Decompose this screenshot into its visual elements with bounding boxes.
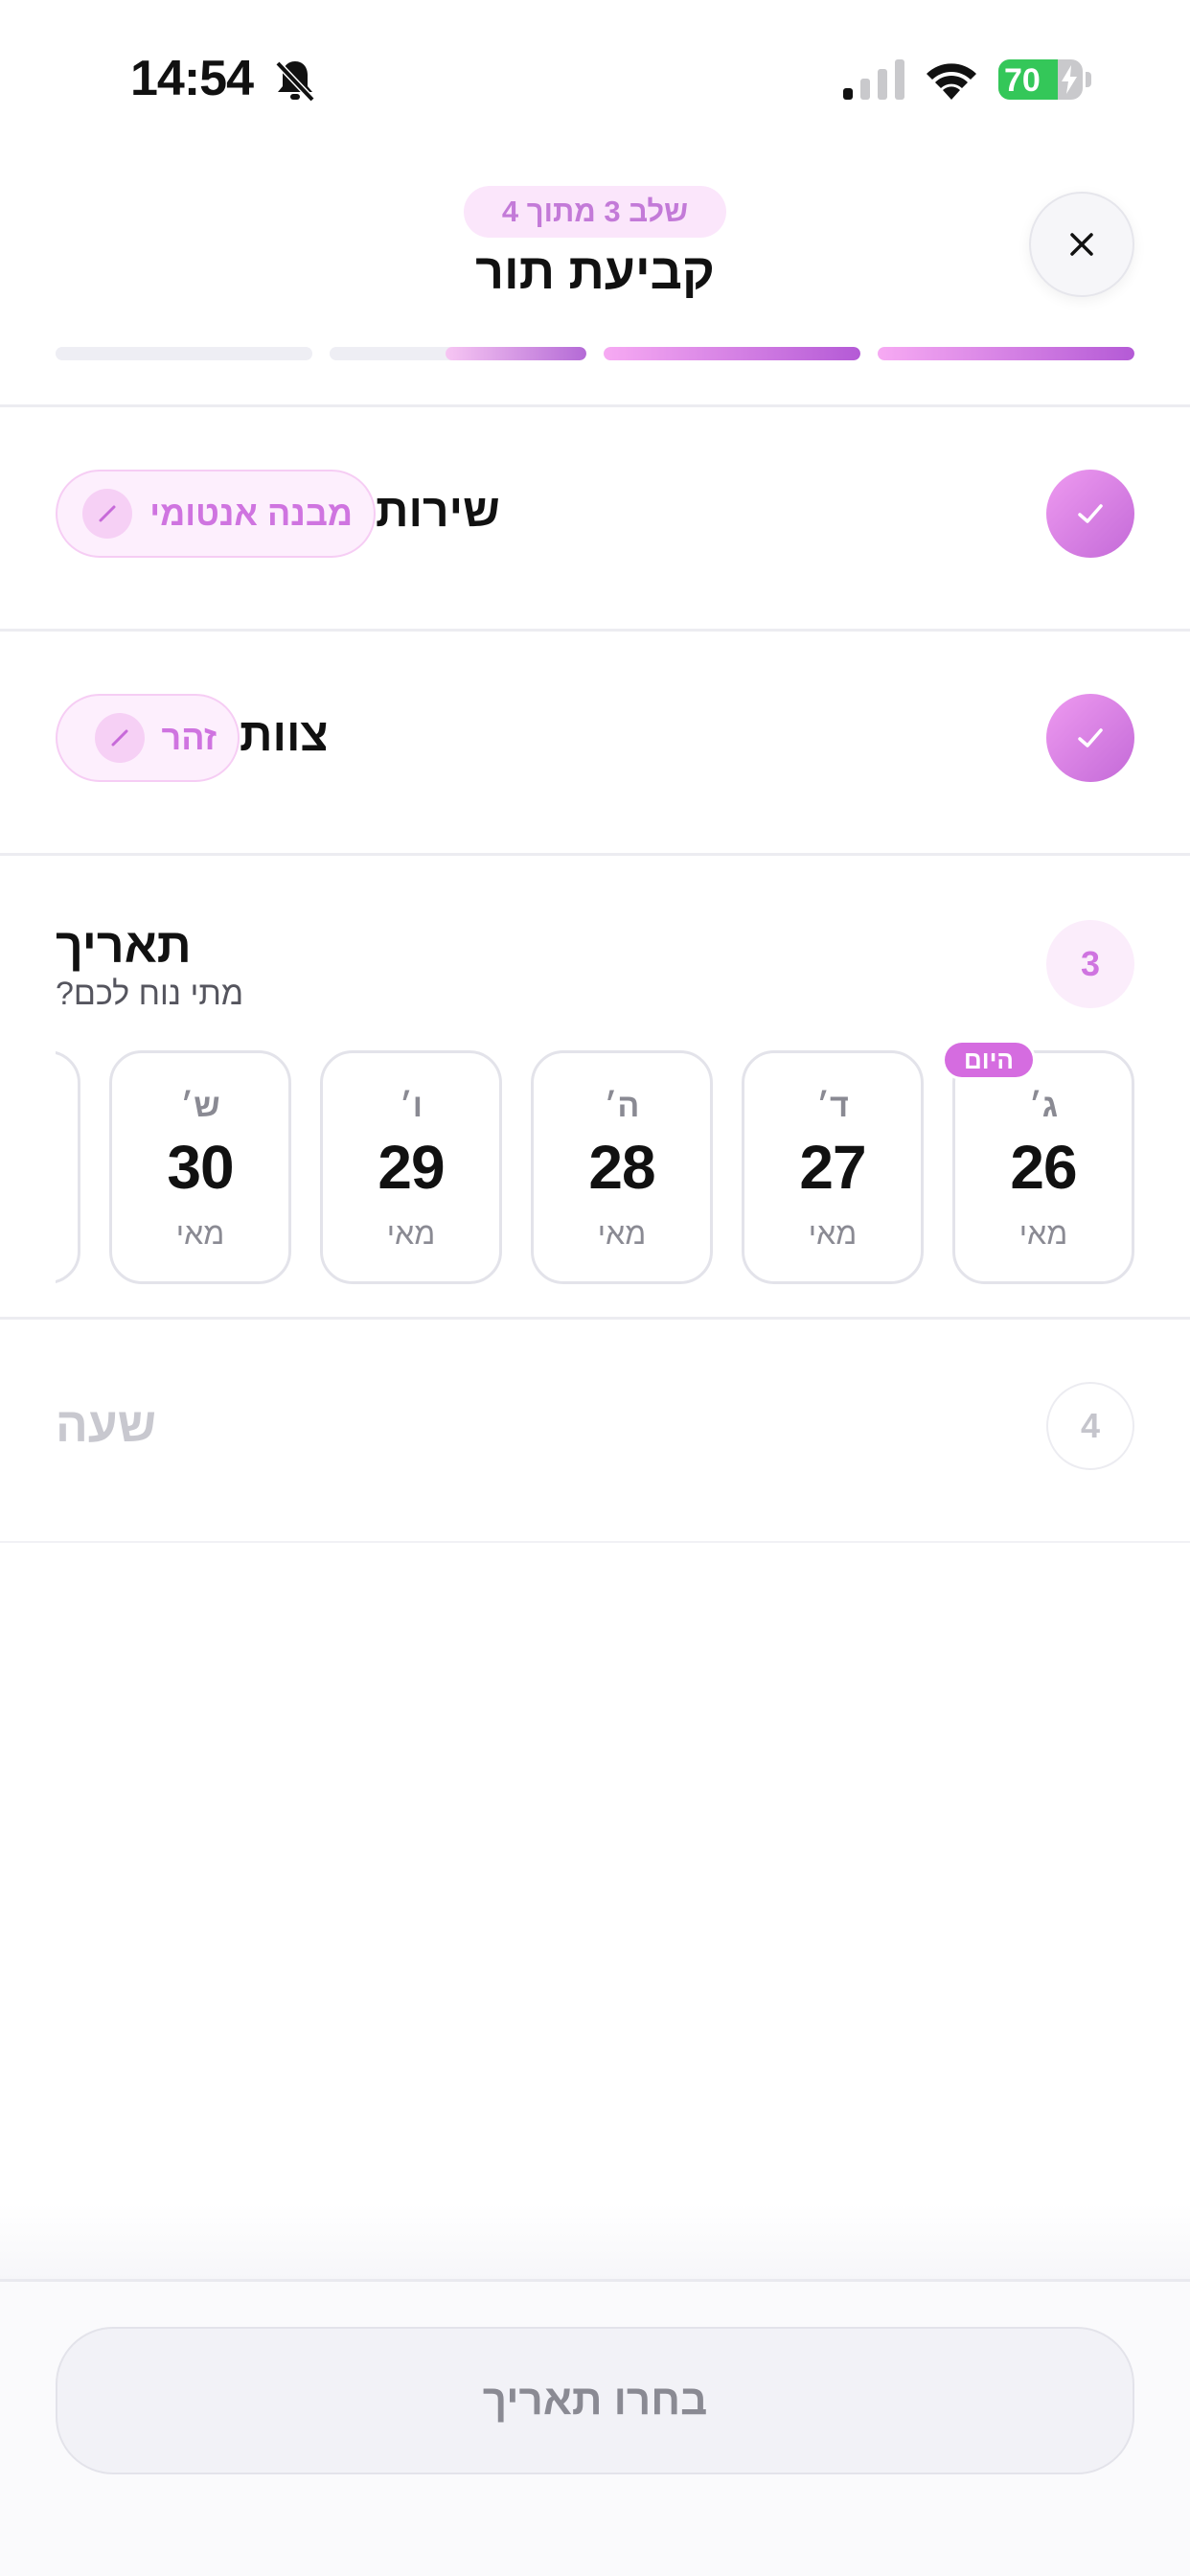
date-card[interactable]: ש׳ 30 מאי [109,1050,291,1284]
date-weekday: ש׳ [180,1088,220,1124]
date-weekday: ו׳ [399,1088,423,1124]
date-day: 28 [588,1133,655,1202]
date-weekday: ה׳ [604,1088,640,1124]
footer-fade [0,2204,1190,2281]
edit-team-button[interactable] [94,713,145,763]
status-bar: 14:54 70 [0,0,1190,144]
date-picker-strip[interactable]: ג׳ 26 מאי ד׳ 27 מאי ה׳ 28 מאי ו׳ 29 מאי … [56,1050,1134,1284]
progress-step-4 [56,347,312,360]
divider [0,853,1190,856]
date-month: מאי [808,1216,858,1251]
battery-cap [1086,72,1091,87]
date-month: מאי [386,1216,436,1251]
date-card[interactable]: ה׳ 28 מאי [531,1050,713,1284]
progress-fill [604,347,860,360]
progress-fill [445,347,586,360]
bell-muted-icon [275,60,315,103]
time-step-badge: 4 [1046,1382,1134,1470]
progress-fill [878,347,1134,360]
check-icon [1078,728,1103,748]
date-card-partial[interactable] [56,1050,80,1284]
divider [0,1541,1190,1543]
date-weekday: ד׳ [816,1088,849,1124]
date-month: מאי [1018,1216,1068,1251]
team-value: זהר [161,718,217,757]
service-value: מבנה אנטומי [149,494,353,533]
divider [0,1317,1190,1320]
date-day: 30 [167,1133,234,1202]
date-card[interactable]: ו׳ 29 מאי [320,1050,502,1284]
divider [0,404,1190,407]
team-chip[interactable]: זהר [56,694,240,782]
date-day: 26 [1010,1133,1077,1202]
time-section-title: שעה [56,1398,156,1452]
team-title: צוות [240,710,329,761]
cellular-signal-icon [843,59,904,100]
check-icon [1078,504,1103,523]
battery-percent: 70 [1004,62,1041,99]
today-badge: היום [945,1043,1033,1077]
date-card[interactable]: ד׳ 27 מאי [742,1050,924,1284]
date-section-subtitle: מתי נוח לכם? [56,976,244,1012]
service-chip[interactable]: מבנה אנטומי [56,470,376,558]
date-card[interactable]: ג׳ 26 מאי [952,1050,1134,1284]
edit-service-button[interactable] [82,489,133,539]
date-month: מאי [175,1216,225,1251]
service-done-check [1046,470,1134,558]
progress-step-2 [604,347,860,360]
divider [0,629,1190,632]
date-step-badge: 3 [1046,920,1134,1008]
page-title: קביעת תור [475,244,715,300]
wifi-icon [927,63,976,100]
date-day: 29 [378,1133,445,1202]
pencil-icon [99,505,116,522]
progress-step-1 [878,347,1134,360]
pencil-icon [111,729,127,747]
team-done-check [1046,694,1134,782]
status-time: 14:54 [130,51,254,106]
charging-bolt-icon [1062,65,1077,94]
date-day: 27 [799,1133,866,1202]
service-title: שירות [376,486,500,537]
date-weekday: ג׳ [1028,1088,1059,1124]
date-month: מאי [597,1216,647,1251]
choose-date-button[interactable]: בחרו תאריך [56,2327,1134,2474]
progress-step-3 [330,347,586,360]
step-indicator: שלב 3 מתוך 4 [464,186,726,238]
battery-indicator: 70 [998,59,1083,100]
date-section-title: תאריך [56,919,192,973]
